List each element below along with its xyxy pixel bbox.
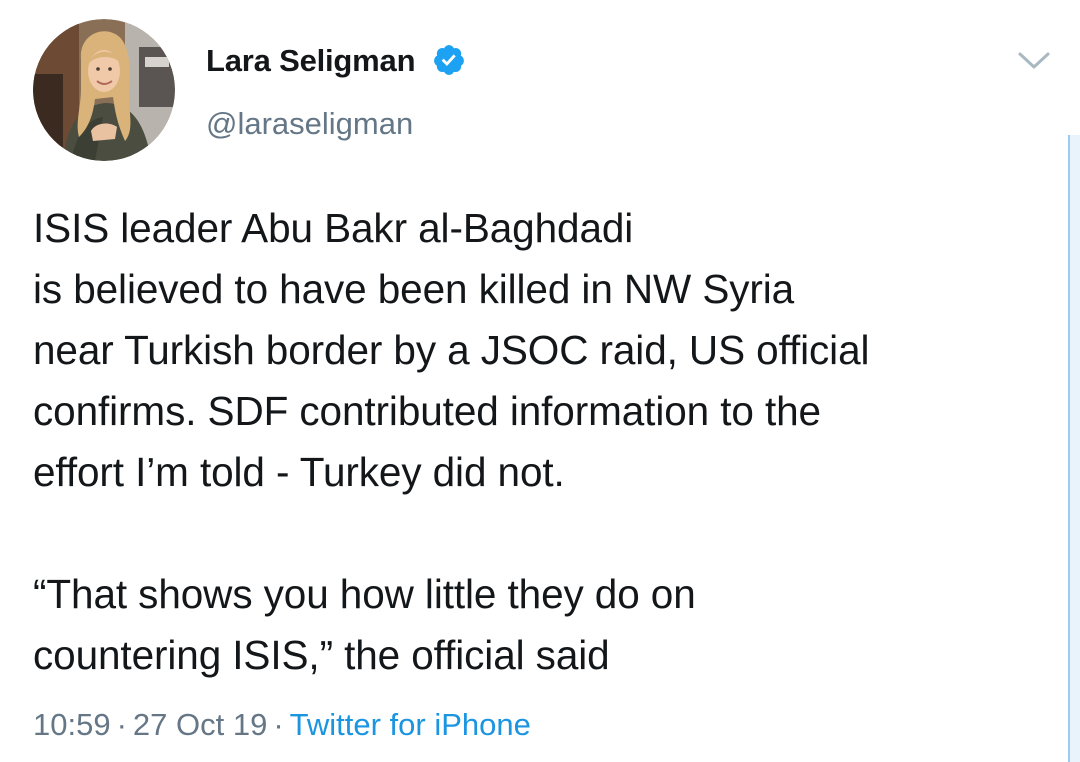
verified-badge-icon [434, 45, 464, 75]
meta-separator: · [116, 707, 127, 742]
scrollbar[interactable] [1068, 135, 1080, 762]
tweet-text: ISIS leader Abu Bakr al-Baghdadi is beli… [33, 198, 1043, 686]
tweet-text-line: ISIS leader Abu Bakr al-Baghdadi [33, 205, 634, 251]
tweet-date[interactable]: 27 Oct 19 [133, 707, 267, 742]
tweet-text-line: confirms. SDF contributed information to… [33, 388, 821, 434]
tweet-text-line: effort I’m told - Turkey did not. [33, 449, 565, 495]
meta-separator: · [273, 707, 284, 742]
tweet-text-line: is believed to have been killed in NW Sy… [33, 266, 795, 312]
user-handle[interactable]: @laraseligman [206, 105, 413, 143]
tweet-text-line: countering ISIS,” the official said [33, 632, 610, 678]
avatar[interactable] [33, 19, 175, 161]
display-name[interactable]: Lara Seligman [206, 42, 416, 80]
paragraph-break [33, 503, 1043, 564]
tweet-text-line: “That shows you how little they do on [33, 571, 696, 617]
tweet-card: Lara Seligman @laraseligman ISIS leader … [0, 0, 1080, 762]
tweet-metadata: 10:59 · 27 Oct 19 · Twitter for iPhone [33, 705, 531, 745]
tweet-text-line: near Turkish border by a JSOC raid, US o… [33, 327, 870, 373]
profile-photo-icon [33, 19, 175, 161]
chevron-down-icon[interactable] [1014, 44, 1054, 76]
tweet-source-link[interactable]: Twitter for iPhone [290, 707, 531, 742]
tweet-time[interactable]: 10:59 [33, 707, 111, 742]
